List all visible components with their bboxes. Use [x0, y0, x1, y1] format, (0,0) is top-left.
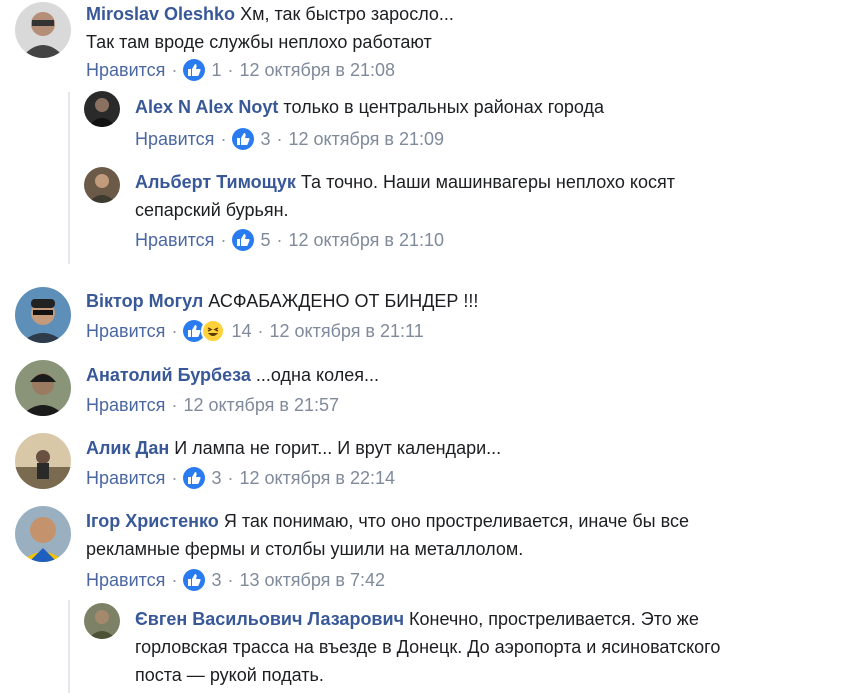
- comment-actions: Нравится · 3 · 13 октября в 7:42: [86, 567, 385, 593]
- separator-dot: ·: [257, 320, 264, 341]
- comment-author[interactable]: Євген Васильович Лазарович: [135, 609, 404, 629]
- comment-timestamp[interactable]: 12 октября в 21:11: [269, 321, 423, 342]
- like-button[interactable]: Нравится: [86, 395, 165, 416]
- comment-timestamp[interactable]: 12 октября в 21:08: [239, 60, 395, 81]
- comment-timestamp[interactable]: 13 октября в 7:42: [239, 570, 385, 591]
- like-button[interactable]: Нравится: [86, 570, 165, 591]
- reactions[interactable]: [183, 467, 206, 489]
- comment-actions: Нравится · 3 · 12 октября в 21:09: [135, 126, 444, 152]
- reaction-count[interactable]: 3: [211, 468, 221, 489]
- reaction-count[interactable]: 3: [260, 129, 270, 150]
- separator-dot: ·: [220, 229, 227, 250]
- separator-dot: ·: [276, 128, 283, 149]
- separator-dot: ·: [171, 394, 178, 415]
- comment-actions: Нравится · 12 октября в 21:57: [86, 392, 339, 418]
- comment-actions: Нравится · 14 · 12 октября в 21:11: [86, 318, 424, 344]
- comment-text: Та точно. Наши машинвагеры неплохо косят: [300, 172, 675, 192]
- comment-body: Алик Дан И лампа не горит... И врут кале…: [86, 434, 846, 462]
- comment-text: Так там вроде службы неплохо работают: [86, 32, 432, 52]
- reactions[interactable]: [183, 569, 206, 591]
- comment-text: рекламные фермы и столбы ушили на металл…: [86, 539, 524, 559]
- avatar[interactable]: [84, 167, 120, 203]
- comment-author[interactable]: Анатолий Бурбеза: [86, 365, 251, 385]
- comment-body: Віктор Могул АСФАБАЖДЕНО ОТ БИНДЕР !!!: [86, 287, 846, 315]
- reactions[interactable]: [183, 59, 206, 81]
- like-button[interactable]: Нравится: [86, 60, 165, 81]
- comment-text: Хм, так быстро заросло...: [240, 4, 454, 24]
- comment-author[interactable]: Ігор Христенко: [86, 511, 219, 531]
- haha-reaction-icon: [201, 319, 226, 343]
- separator-dot: ·: [171, 320, 178, 341]
- comment-timestamp[interactable]: 12 октября в 21:57: [183, 395, 339, 416]
- comment-text: Конечно, простреливается. Это же: [409, 609, 699, 629]
- separator-dot: ·: [171, 569, 178, 590]
- like-button[interactable]: Нравится: [135, 129, 214, 150]
- avatar[interactable]: [84, 603, 120, 639]
- reply-thread-line: [68, 92, 70, 264]
- like-button[interactable]: Нравится: [86, 468, 165, 489]
- avatar[interactable]: [15, 433, 71, 489]
- reactions[interactable]: [183, 319, 226, 343]
- reaction-count[interactable]: 3: [211, 570, 221, 591]
- comment-text: И лампа не горит... И врут календари...: [174, 438, 502, 458]
- comment-text: сепарский бурьян.: [135, 200, 289, 220]
- avatar[interactable]: [15, 287, 71, 343]
- reply-thread-line: [68, 600, 70, 693]
- separator-dot: ·: [227, 59, 234, 80]
- comment-body: Альберт Тимощук Та точно. Наши машинваге…: [135, 168, 855, 224]
- avatar[interactable]: [15, 2, 71, 58]
- comment-actions: Нравится · 1 · 12 октября в 21:08: [86, 57, 395, 83]
- comment-body: Анатолий Бурбеза ...одна колея...: [86, 361, 846, 389]
- comment-timestamp[interactable]: 12 октября в 21:10: [288, 230, 444, 251]
- reactions[interactable]: [232, 229, 255, 251]
- like-reaction-icon: [183, 569, 206, 591]
- comment-author[interactable]: Алик Дан: [86, 438, 169, 458]
- comment-body: Ігор Христенко Я так понимаю, что оно пр…: [86, 507, 846, 563]
- avatar[interactable]: [15, 360, 71, 416]
- comment-actions: Нравится · 5 · 12 октября в 21:10: [135, 227, 444, 253]
- comment-author[interactable]: Віктор Могул: [86, 291, 203, 311]
- avatar[interactable]: [15, 506, 71, 562]
- reactions[interactable]: [232, 128, 255, 150]
- like-button[interactable]: Нравится: [135, 230, 214, 251]
- like-reaction-icon: [183, 467, 206, 489]
- like-reaction-icon: [232, 128, 255, 150]
- comment-text: ...одна колея...: [255, 365, 379, 385]
- comment-author[interactable]: Alex N Alex Noyt: [135, 97, 278, 117]
- separator-dot: ·: [171, 467, 178, 488]
- separator-dot: ·: [227, 467, 234, 488]
- comment-body: Miroslav Oleshko Хм, так быстро заросло.…: [86, 0, 846, 56]
- comment-text: АСФАБАЖДЕНО ОТ БИНДЕР !!!: [208, 291, 479, 311]
- avatar[interactable]: [84, 91, 120, 127]
- like-button[interactable]: Нравится: [86, 321, 165, 342]
- reaction-count[interactable]: 5: [260, 230, 270, 251]
- like-reaction-icon: [183, 59, 206, 81]
- reaction-count[interactable]: 1: [211, 60, 221, 81]
- reaction-count[interactable]: 14: [231, 321, 251, 342]
- separator-dot: ·: [220, 128, 227, 149]
- comment-body: Alex N Alex Noyt только в центральных ра…: [135, 93, 855, 121]
- separator-dot: ·: [276, 229, 283, 250]
- comment-text: Я так понимаю, что оно простреливается, …: [223, 511, 689, 531]
- separator-dot: ·: [171, 59, 178, 80]
- comment-timestamp[interactable]: 12 октября в 21:09: [288, 129, 444, 150]
- comment-author[interactable]: Альберт Тимощук: [135, 172, 296, 192]
- separator-dot: ·: [227, 569, 234, 590]
- like-reaction-icon: [232, 229, 255, 251]
- comment-text: горловская трасса на въезде в Донецк. До…: [135, 637, 721, 657]
- comment-text: поста — рукой подать.: [135, 665, 324, 685]
- comment-text: только в центральных районах города: [283, 97, 605, 117]
- comment-actions: Нравится · 3 · 12 октября в 22:14: [86, 465, 395, 491]
- comment-timestamp[interactable]: 12 октября в 22:14: [239, 468, 395, 489]
- comment-author[interactable]: Miroslav Oleshko: [86, 4, 235, 24]
- comment-body: Євген Васильович Лазарович Конечно, прос…: [135, 605, 855, 689]
